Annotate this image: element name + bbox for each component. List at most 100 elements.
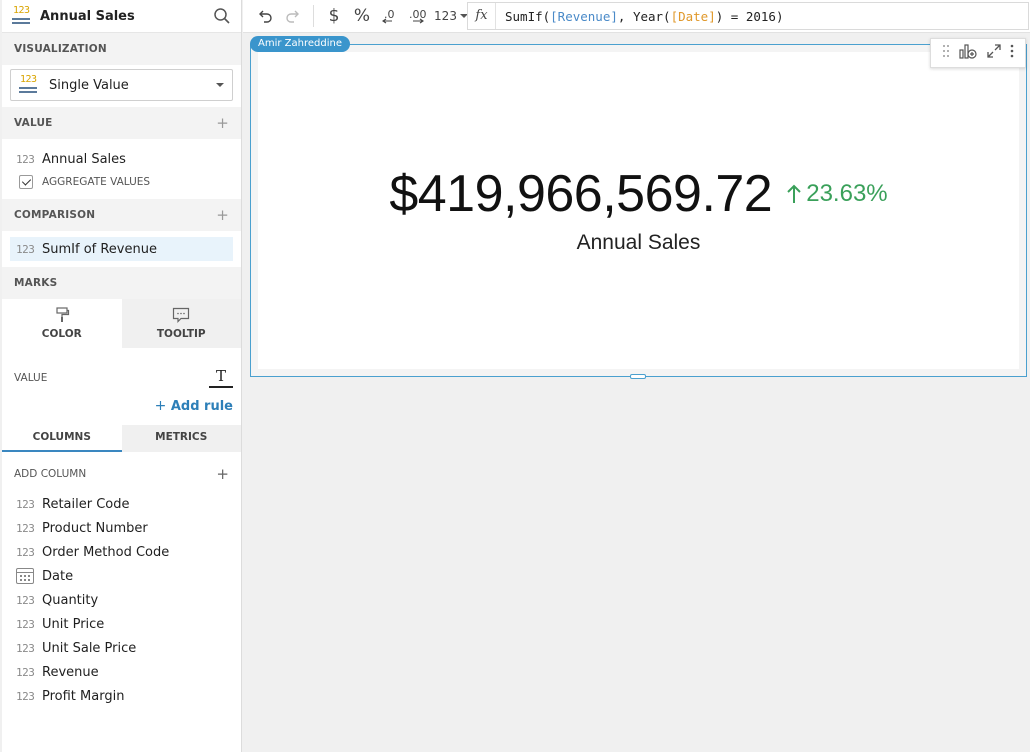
add-column-label: ADD COLUMN [14, 468, 87, 480]
calendar-icon [16, 568, 34, 584]
kpi-display: $419,966,569.72 23.63% [258, 168, 1019, 220]
value-section-header: VALUE + [2, 107, 241, 139]
tab-tooltip-label: TOOLTIP [156, 328, 206, 340]
marks-value-row: VALUE T [2, 358, 241, 398]
visualization-section-header: VISUALIZATION [2, 33, 241, 65]
percent-format-icon[interactable]: % [348, 2, 376, 30]
drag-handle-icon[interactable] [942, 44, 950, 62]
marks-section-header: MARKS [2, 267, 241, 299]
list-item[interactable]: 123 Product Number [2, 516, 241, 540]
value-field[interactable]: 123 Annual Sales [2, 147, 241, 171]
add-chart-icon[interactable] [959, 43, 977, 63]
column-label: Order Method Code [42, 544, 170, 560]
comparison-section-label: COMPARISON [14, 209, 96, 221]
add-comparison-icon[interactable]: + [216, 206, 229, 224]
list-item[interactable]: 123 Revenue [2, 660, 241, 684]
list-item[interactable]: Date [2, 564, 241, 588]
tooltip-icon [173, 307, 190, 323]
add-column-row[interactable]: ADD COLUMN + [2, 458, 241, 490]
sidebar: 123 Annual Sales VISUALIZATION 123 Singl… [2, 0, 242, 752]
arrow-up-icon [787, 184, 801, 203]
number-format-dropdown[interactable]: 123 [432, 2, 470, 30]
column-label: Product Number [42, 520, 148, 536]
add-rule-button[interactable]: + Add rule [2, 398, 241, 420]
tab-tooltip[interactable]: TOOLTIP [121, 299, 241, 348]
kpi-change-value: 23.63% [806, 180, 888, 207]
card-toolbar [930, 38, 1026, 68]
value-field-label: Annual Sales [42, 151, 126, 167]
number-type-icon: 123 [16, 689, 35, 703]
visualization-section-label: VISUALIZATION [14, 43, 107, 55]
decrease-decimals-icon[interactable]: .0 [376, 2, 404, 30]
number-type-icon: 123 [16, 617, 35, 631]
add-value-icon[interactable]: + [216, 114, 229, 132]
sheet-title[interactable]: Annual Sales [40, 9, 213, 24]
list-item[interactable]: 123 Quantity [2, 588, 241, 612]
paint-roller-icon [56, 307, 69, 322]
more-options-icon[interactable] [1010, 44, 1014, 62]
number-type-icon: 123 [16, 521, 35, 535]
comparison-section-header: COMPARISON + [2, 199, 241, 231]
single-value-icon: 123 [12, 5, 32, 26]
sidebar-header: 123 Annual Sales [2, 0, 241, 33]
marks-tabs: COLOR TOOLTIP [2, 299, 241, 348]
column-label: Revenue [42, 664, 99, 680]
currency-format-icon[interactable]: $ [320, 2, 348, 30]
kpi-label: Annual Sales [576, 231, 701, 254]
kpi-value: $419,966,569.72 [389, 165, 773, 223]
value-section-label: VALUE [14, 117, 53, 129]
redo-icon[interactable] [279, 2, 307, 30]
list-item[interactable]: 123 Unit Price [2, 612, 241, 636]
number-type-icon: 123 [16, 152, 35, 166]
column-label: Unit Sale Price [42, 640, 137, 656]
kpi-change: 23.63% [786, 180, 888, 208]
search-icon[interactable] [213, 7, 231, 25]
column-label: Unit Price [42, 616, 105, 632]
number-format-label: 123 [434, 9, 457, 23]
columns-metrics-tabs: COLUMNS METRICS [2, 425, 241, 452]
number-type-icon: 123 [16, 641, 35, 655]
number-type-icon: 123 [16, 665, 35, 679]
tab-metrics[interactable]: METRICS [121, 425, 241, 452]
visualization-type-select[interactable]: 123 Single Value [10, 69, 233, 101]
column-label: Retailer Code [42, 496, 130, 512]
marks-value-label: VALUE [14, 372, 48, 384]
formula-text[interactable]: SumIf([Revenue], Year([Date]) = 2016) [496, 9, 783, 24]
comparison-field-label: SumIf of Revenue [42, 241, 157, 257]
list-item[interactable]: 123 Profit Margin [2, 684, 241, 708]
number-type-icon: 123 [16, 497, 35, 511]
add-column-icon[interactable]: + [216, 465, 229, 483]
formula-toolbar: $ % .0 .00 123 fx SumIf([Revenue], Year(… [243, 0, 1030, 33]
formula-bar[interactable]: fx SumIf([Revenue], Year([Date]) = 2016) [467, 2, 1029, 30]
aggregate-label: AGGREGATE VALUES [42, 176, 151, 188]
list-item[interactable]: 123 Retailer Code [2, 492, 241, 516]
number-type-icon: 123 [16, 593, 35, 607]
column-label: Date [42, 568, 74, 584]
visualization-type-label: Single Value [49, 77, 129, 93]
undo-icon[interactable] [251, 2, 279, 30]
aggregate-values-option[interactable]: AGGREGATE VALUES [2, 171, 241, 193]
visualization-card[interactable]: $419,966,569.72 23.63% Annual Sales [250, 38, 1027, 377]
list-item[interactable]: 123 Unit Sale Price [2, 636, 241, 660]
column-label: Quantity [42, 592, 99, 608]
single-value-icon: 123 [19, 74, 39, 95]
columns-list: 123 Retailer Code 123 Product Number 123 Or… [2, 490, 241, 708]
add-rule-label: Add rule [170, 399, 233, 414]
column-label: Profit Margin [42, 688, 125, 704]
tab-columns[interactable]: COLUMNS [2, 425, 122, 452]
author-badge: Amir Zahreddine [250, 36, 350, 52]
number-type-icon: 123 [16, 242, 35, 256]
function-icon[interactable]: fx [468, 3, 496, 29]
increase-decimals-icon[interactable]: .00 [404, 2, 432, 30]
text-format-icon[interactable]: T [209, 368, 233, 388]
list-item[interactable]: 123 Order Method Code [2, 540, 241, 564]
resize-handle[interactable] [630, 374, 646, 379]
expand-icon[interactable] [987, 44, 1001, 62]
tab-color-label: COLOR [41, 328, 82, 340]
comparison-field[interactable]: 123 SumIf of Revenue [10, 237, 233, 261]
marks-section-label: MARKS [14, 277, 58, 289]
tab-color[interactable]: COLOR [2, 299, 122, 348]
svg-text:.00: .00 [409, 8, 427, 21]
aggregate-checkbox[interactable] [19, 175, 33, 189]
card-body: $419,966,569.72 23.63% Annual Sales [258, 52, 1019, 369]
